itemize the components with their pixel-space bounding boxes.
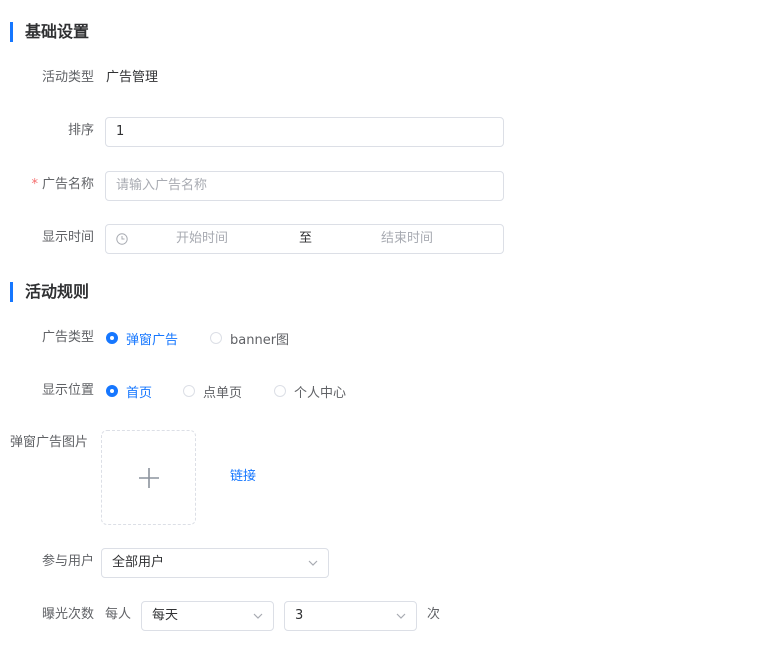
chevron-down-icon: [396, 613, 406, 619]
image-uploader[interactable]: [101, 430, 196, 525]
radio-label: 点单页: [203, 385, 243, 401]
exposure-prefix: 每人: [105, 607, 132, 622]
exposure-count-select[interactable]: 3: [284, 601, 417, 631]
chevron-down-icon: [308, 560, 318, 566]
sort-input-value: 1: [116, 124, 125, 139]
exposure-period-value: 每天: [152, 608, 179, 623]
clock-icon: [116, 233, 128, 245]
users-select-value: 全部用户: [112, 555, 165, 570]
chevron-down-icon: [253, 613, 263, 619]
radio-position-profile[interactable]: 个人中心: [274, 381, 346, 401]
display-time-label: 显示时间: [41, 230, 94, 245]
radio-position-order[interactable]: 点单页: [183, 381, 242, 401]
exposure-suffix: 次: [427, 607, 441, 622]
sort-input[interactable]: 1: [105, 117, 504, 147]
section-title-basic: 基础设置: [10, 22, 89, 42]
radio-indicator: [106, 332, 118, 344]
radio-position-home[interactable]: 首页: [106, 381, 152, 401]
exposure-count-label: 曝光次数: [41, 607, 94, 622]
radio-indicator: [210, 332, 222, 344]
ad-name-input[interactable]: 请输入广告名称: [105, 171, 504, 201]
radio-label: 首页: [126, 385, 153, 401]
radio-indicator: [183, 385, 195, 397]
date-range-separator: 至: [299, 231, 313, 246]
radio-indicator: [106, 385, 118, 397]
section-title-rules: 活动规则: [10, 282, 89, 302]
ad-name-placeholder: 请输入广告名称: [116, 178, 208, 193]
sort-label: 排序: [67, 123, 94, 138]
exposure-count-value: 3: [295, 608, 304, 623]
ad-name-label-row: * 广告名称: [10, 175, 94, 195]
radio-indicator: [274, 385, 286, 397]
popup-image-label: 弹窗广告图片: [10, 435, 89, 450]
radio-label: 弹窗广告: [126, 332, 179, 348]
link-button[interactable]: 链接: [230, 467, 256, 487]
radio-ad-type-banner[interactable]: banner图: [210, 328, 289, 348]
activity-type-label: 活动类型: [41, 70, 94, 85]
ad-name-label: 广告名称: [41, 177, 94, 192]
start-time-placeholder[interactable]: 开始时间: [176, 225, 228, 253]
end-time-placeholder[interactable]: 结束时间: [381, 225, 433, 253]
radio-label: banner图: [230, 332, 290, 348]
radio-label: 个人中心: [294, 385, 347, 401]
display-position-label: 显示位置: [41, 383, 94, 398]
exposure-period-select[interactable]: 每天: [141, 601, 274, 631]
date-range-picker[interactable]: 开始时间 至 结束时间: [105, 224, 504, 254]
required-mark: *: [31, 177, 38, 192]
ad-type-label: 广告类型: [41, 330, 94, 345]
plus-icon: [139, 468, 159, 488]
users-select[interactable]: 全部用户: [101, 548, 329, 578]
participating-users-label: 参与用户: [41, 554, 94, 569]
radio-ad-type-popup[interactable]: 弹窗广告: [106, 328, 178, 348]
activity-type-value: 广告管理: [106, 70, 159, 85]
